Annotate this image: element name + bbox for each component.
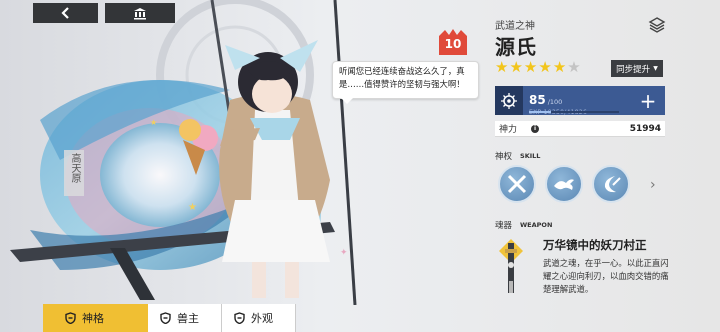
skill-label: 神权 (495, 152, 513, 162)
location-vertical-label: 高天原 (69, 153, 80, 183)
weapon-section-header: 魂器 WEAPON (495, 219, 552, 231)
svg-text:★: ★ (150, 118, 157, 127)
dragon-icon (554, 179, 574, 190)
rank-badge: 10 (437, 28, 469, 56)
shield-icon (65, 312, 76, 324)
svg-text:★: ★ (188, 202, 197, 213)
skill-label-en: SKILL (520, 152, 541, 160)
star-icon: ★ (567, 58, 581, 76)
weapon-label-en: WEAPON (520, 221, 553, 229)
weapon-icon[interactable] (497, 235, 525, 297)
sync-upgrade-label: 同步提升 (616, 64, 651, 75)
shield-icon (160, 312, 171, 324)
back-button[interactable] (33, 3, 98, 23)
bottom-tab-bar: 神格 兽主 外观 (0, 304, 720, 332)
star-icon: ★ (495, 58, 509, 76)
dragon-skill-icon[interactable] (545, 165, 583, 203)
power-row: 神力 i 51994 (495, 121, 665, 137)
power-value: 51994 (629, 123, 661, 134)
sync-upgrade-button[interactable]: 同步提升 ▼ (611, 60, 663, 77)
level-up-button[interactable]: + (631, 86, 665, 115)
tab-2[interactable]: 外观 (222, 304, 296, 332)
dialogue-bubble: 听闻您已经连续奋战这么久了，真是……值得赞许的坚韧与强大啊！ (332, 61, 479, 104)
star-icon: ★ (523, 58, 538, 76)
tab-label: 外观 (251, 312, 273, 325)
tab-label: 神格 (82, 312, 104, 325)
level-panel: 85/100 EXP 10350/41826 + (495, 86, 665, 116)
power-label: 神力 (499, 125, 518, 135)
rank-number: 10 (444, 37, 462, 51)
svg-text:✦: ✦ (340, 248, 348, 258)
chevron-right-icon[interactable]: › (650, 177, 656, 193)
level-value: 85 (529, 93, 546, 107)
bank-icon (134, 7, 146, 19)
crescent-icon (604, 176, 621, 193)
character-title: 武道之神 (495, 21, 535, 32)
weapon-name: 万华镜中的妖刀村正 (543, 238, 647, 252)
tab-1[interactable]: 兽主 (148, 304, 222, 332)
layers-icon[interactable] (648, 16, 666, 34)
level-max: /100 (547, 98, 563, 106)
level-emblem (495, 86, 523, 115)
dialogue-text: 听闻您已经连续奋战这么久了，真是……值得赞许的坚韧与强大啊！ (339, 66, 465, 89)
star-icon: ★ (552, 58, 567, 76)
exp-progress-bar (529, 111, 619, 113)
weapon-label: 魂器 (495, 221, 513, 231)
home-button[interactable] (105, 3, 175, 23)
skill-section-header: 神权 SKILL (495, 150, 540, 162)
crossed-blades-skill-icon[interactable] (498, 165, 536, 203)
info-icon[interactable]: i (531, 124, 539, 133)
plus-icon: + (639, 88, 657, 113)
star-rating: ★ ★ ★ ★ ★ ★ (495, 60, 581, 75)
weapon-description: 武道之魂，在乎一心。以此正直闪耀之心迎向利刃，以血肉交错的痛楚理解武道。 (543, 258, 669, 294)
compass-icon (501, 92, 517, 109)
caret-down-icon: ▼ (653, 65, 658, 72)
crescent-slash-skill-icon[interactable] (592, 165, 630, 203)
character-name: 源氏 (495, 35, 537, 59)
chevron-left-icon (60, 7, 69, 19)
level-info: 85/100 EXP 10350/41826 (523, 86, 631, 116)
crossed-swords-icon (507, 174, 527, 194)
exp-progress-fill (529, 111, 552, 113)
shield-icon (234, 312, 245, 324)
tab-label: 兽主 (177, 312, 199, 325)
skill-list (498, 165, 630, 203)
star-icon: ★ (538, 58, 552, 76)
tab-0[interactable]: 神格 (43, 304, 148, 332)
star-icon: ★ (509, 58, 523, 76)
